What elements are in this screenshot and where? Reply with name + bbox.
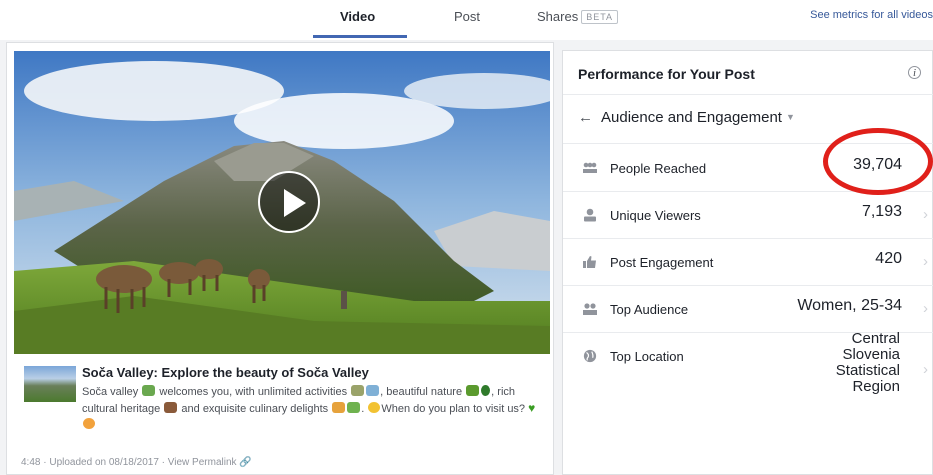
chevron-right-icon[interactable]: › — [923, 300, 928, 317]
link-icon[interactable]: 🔗 — [239, 457, 251, 468]
person-icon — [582, 208, 598, 222]
metric-label: Unique Viewers — [610, 208, 701, 223]
active-tab-indicator — [313, 35, 407, 38]
caret-down-icon: ▼ — [785, 112, 795, 122]
hiking-emoji-icon — [351, 385, 365, 396]
post-title[interactable]: Soča Valley: Explore the beauty of Soča … — [82, 365, 369, 380]
top-location-value: Central Slovenia Statistical Region — [780, 331, 900, 395]
highlight-circle — [823, 128, 933, 195]
people-icon — [582, 161, 598, 175]
globe-icon — [582, 349, 598, 363]
metric-value: Women, 25-34 — [797, 297, 902, 314]
metric-label: People Reached — [610, 161, 707, 176]
section-label: Audience and Engagement — [601, 109, 782, 126]
tab-shares-label: Shares — [537, 9, 579, 24]
metric-row-unique-viewers[interactable]: Unique Viewers 7,193 › — [563, 192, 933, 239]
see-all-metrics-link[interactable]: See metrics for all videos — [810, 9, 933, 21]
thumbs-up-icon — [582, 255, 598, 269]
tab-post[interactable]: Post — [454, 9, 480, 24]
green-heart-icon: ♥ — [528, 401, 536, 415]
audience-engagement-dropdown[interactable]: ← Audience and Engagement ▼ — [578, 109, 795, 126]
post-desc-part: and exquisite culinary delights — [181, 403, 329, 415]
post-meta: 4:48 · Uploaded on 08/18/2017 · View Per… — [21, 457, 252, 468]
chevron-right-icon[interactable]: › — [923, 253, 928, 270]
metric-label: Top Audience — [610, 302, 689, 317]
tree-emoji-icon — [481, 385, 491, 396]
post-meta-text: 4:48 · Uploaded on 08/18/2017 · View Per… — [21, 457, 237, 468]
post-description: Soča valley welcomes you, with unlimited… — [82, 384, 544, 433]
metric-value: 7,193 — [861, 203, 902, 220]
location-line: Statistical — [835, 362, 900, 379]
performance-title: Performance for Your Post — [578, 66, 755, 82]
mountain-emoji-icon — [142, 385, 156, 396]
landscape-emoji-icon — [466, 385, 480, 396]
post-desc-part: , — [491, 386, 495, 398]
post-desc-part: Soča valley — [82, 386, 139, 398]
video-post-card: Soča Valley: Explore the beauty of Soča … — [6, 42, 554, 475]
play-button[interactable] — [258, 171, 320, 233]
metric-label: Post Engagement — [610, 255, 714, 270]
tab-bar: Video Post Shares BETA See metrics for al… — [0, 0, 933, 40]
location-line: Region — [852, 378, 900, 395]
post-desc-part: welcomes you, with unlimited activities — [159, 386, 348, 398]
beta-badge: BETA — [581, 10, 619, 24]
performance-panel: Performance for Your Post i ← Audience an… — [562, 50, 933, 475]
video-player[interactable] — [14, 51, 550, 354]
post-desc-part: When do you plan to visit us? — [381, 403, 526, 415]
metric-label: Top Location — [610, 349, 684, 364]
metric-value: 420 — [875, 250, 902, 267]
audience-icon — [582, 302, 598, 316]
post-desc-part: , beautiful nature — [380, 386, 463, 398]
divider — [563, 94, 933, 95]
metric-row-top-audience[interactable]: Top Audience Women, 25-34 › — [563, 286, 933, 333]
food-emoji-icon — [332, 402, 346, 413]
post-thumbnail[interactable] — [24, 366, 76, 402]
tab-shares[interactable]: Shares BETA — [537, 9, 619, 24]
post-desc-part: . — [361, 403, 365, 415]
tab-video[interactable]: Video — [340, 9, 375, 24]
chevron-right-icon[interactable]: › — [923, 361, 928, 378]
back-arrow-icon[interactable]: ← — [578, 109, 593, 126]
thinking-emoji-icon — [368, 402, 381, 413]
location-line: Central — [851, 330, 900, 347]
salad-emoji-icon — [347, 402, 361, 413]
info-icon[interactable]: i — [908, 66, 921, 79]
castle-emoji-icon — [164, 402, 178, 413]
chevron-right-icon[interactable]: › — [923, 206, 928, 223]
location-line: Slovenia — [842, 346, 900, 363]
tent-emoji-icon — [366, 385, 380, 396]
metric-row-post-engagement[interactable]: Post Engagement 420 › — [563, 239, 933, 286]
heart-eyes-emoji-icon — [83, 418, 95, 429]
